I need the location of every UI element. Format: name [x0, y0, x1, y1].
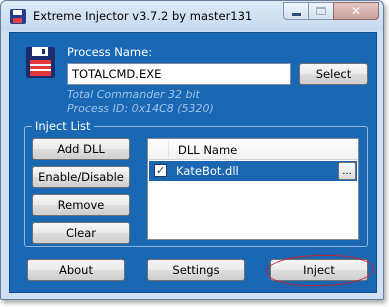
dll-list-header[interactable]: DLL Name	[148, 139, 358, 160]
client-area: Process Name: Select Total Commander 32 …	[9, 32, 377, 293]
process-id: Process ID: 0x14C8 (5320)	[67, 102, 214, 115]
about-button[interactable]: About	[27, 259, 125, 281]
maximize-icon	[316, 7, 326, 15]
clear-button[interactable]: Clear	[32, 222, 130, 244]
dll-list[interactable]: DLL Name ✓ KateBot.dll ...	[147, 138, 359, 240]
minimize-button[interactable]	[283, 2, 309, 20]
dll-enabled-checkbox[interactable]: ✓	[154, 164, 167, 177]
floppy-app-icon	[10, 9, 26, 24]
browse-dll-button[interactable]: ...	[338, 162, 356, 180]
window-title: Extreme Injector v3.7.2 by master131	[33, 9, 253, 23]
select-process-button[interactable]: Select	[299, 63, 368, 85]
dll-name-column-header: DLL Name	[178, 143, 238, 157]
inject-list-title: Inject List	[32, 119, 94, 133]
add-dll-button[interactable]: Add DLL	[32, 138, 130, 160]
list-item[interactable]: ✓ KateBot.dll ...	[149, 161, 357, 181]
enable-disable-button[interactable]: Enable/Disable	[32, 166, 130, 188]
floppy-disk-icon	[26, 47, 55, 78]
dll-name: KateBot.dll	[176, 164, 239, 178]
process-name-input[interactable]	[67, 63, 291, 85]
remove-button[interactable]: Remove	[32, 194, 130, 216]
minimize-icon	[291, 12, 301, 16]
check-icon: ✓	[155, 164, 166, 177]
settings-button[interactable]: Settings	[147, 259, 245, 281]
close-icon: ✕	[350, 4, 362, 18]
process-name-label: Process Name:	[67, 45, 153, 59]
inject-highlight-annotation	[265, 253, 375, 288]
close-button[interactable]: ✕	[333, 2, 379, 20]
title-bar[interactable]: Extreme Injector v3.7.2 by master131 ✕	[1, 1, 383, 31]
main-window: Extreme Injector v3.7.2 by master131 ✕ P…	[0, 0, 384, 300]
process-description: Total Commander 32 bit	[67, 88, 200, 101]
maximize-button	[308, 2, 334, 20]
